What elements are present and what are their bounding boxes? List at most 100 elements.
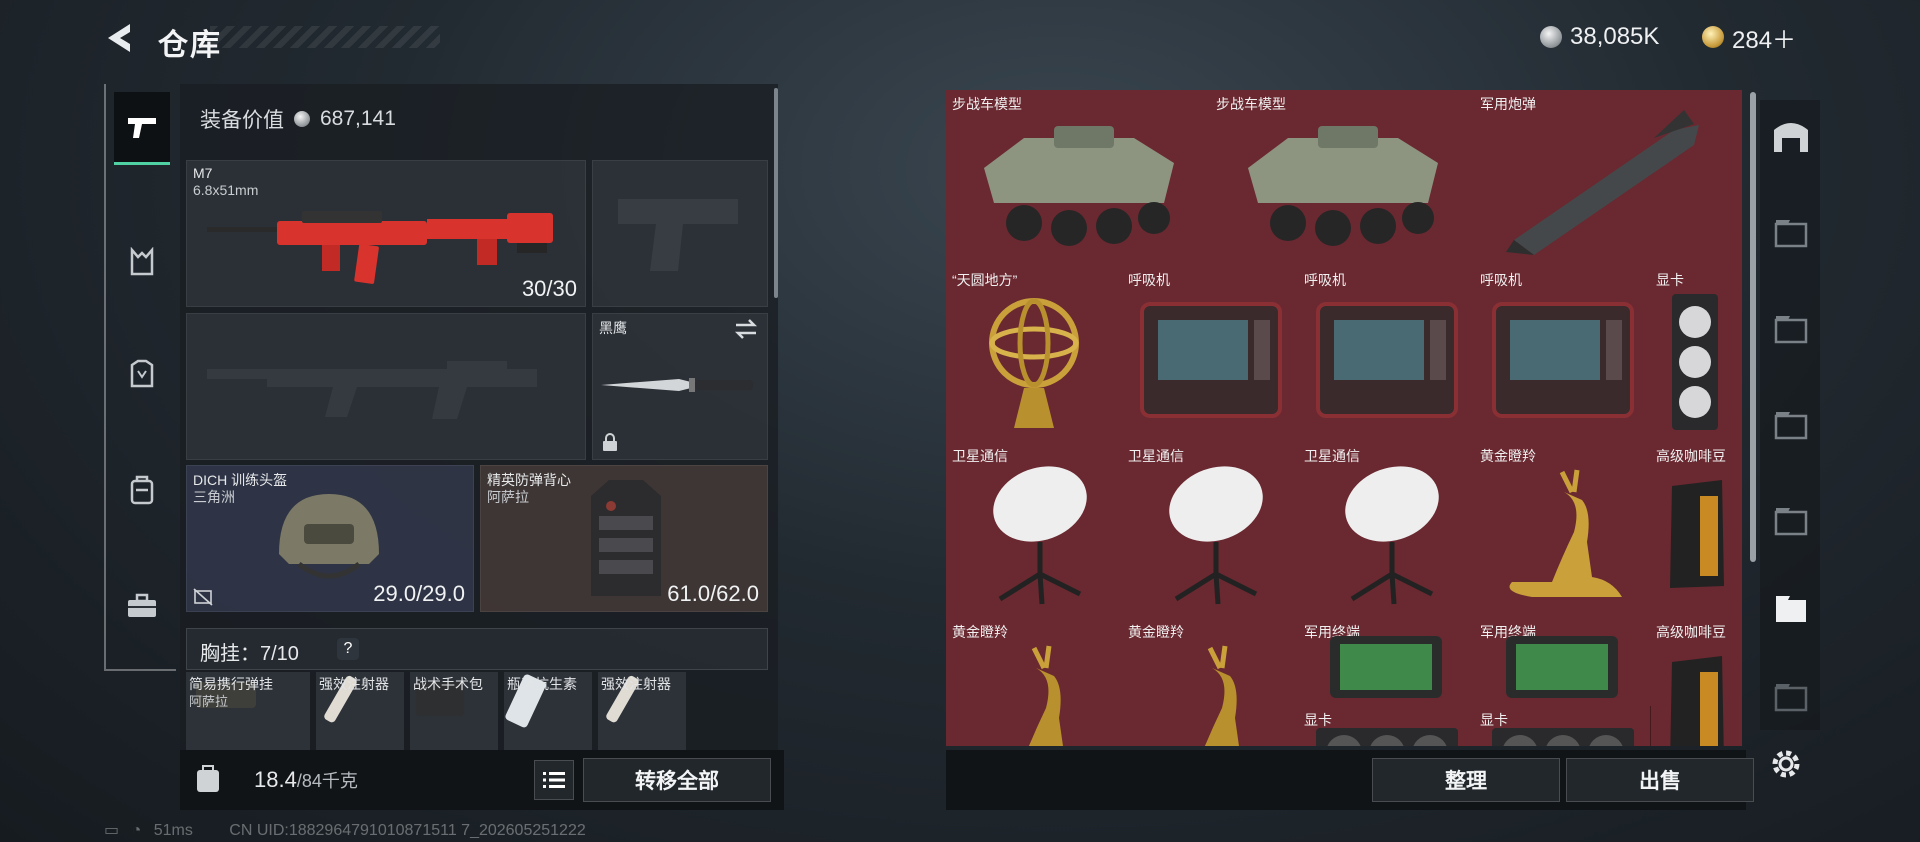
briefcase-icon bbox=[128, 593, 156, 617]
sort-button[interactable]: 整理 bbox=[1372, 758, 1560, 802]
storage-page-tab[interactable] bbox=[1770, 306, 1812, 348]
storage-item[interactable]: 显卡 bbox=[1474, 706, 1651, 746]
armor-icon bbox=[130, 359, 154, 388]
primary-weapon-slot[interactable]: M7 6.8x51mm 30/30 bbox=[186, 160, 586, 307]
helmet-image bbox=[279, 494, 379, 579]
storage-page-tab[interactable] bbox=[1770, 674, 1812, 716]
back-button[interactable] bbox=[100, 18, 140, 58]
storage-item[interactable]: 步战车模型 bbox=[1210, 90, 1475, 267]
silver-coin-icon bbox=[1540, 26, 1562, 48]
storage-item[interactable]: 黄金瞪羚 bbox=[1122, 618, 1299, 746]
item-name: “天圆地方” bbox=[952, 272, 1018, 288]
storage-item[interactable]: 军用终端 bbox=[1474, 618, 1651, 707]
category-armor[interactable] bbox=[114, 346, 170, 402]
gold-currency[interactable]: 284＋ bbox=[1702, 20, 1796, 54]
storage-item[interactable]: 高级咖啡豆 bbox=[1650, 442, 1742, 619]
item-name: 呼吸机 bbox=[1128, 272, 1170, 288]
empty-rifle-icon bbox=[207, 361, 537, 419]
storage-page-tab-active[interactable] bbox=[1770, 586, 1812, 628]
satellite-dish-image bbox=[1169, 466, 1263, 605]
military-terminal-image bbox=[1330, 636, 1442, 698]
storage-item[interactable]: 呼吸机 bbox=[1298, 266, 1475, 443]
help-icon[interactable]: ? bbox=[337, 638, 359, 660]
equipment-scrollbar[interactable] bbox=[774, 88, 778, 298]
category-sidebar bbox=[104, 84, 176, 671]
chest-item[interactable]: 战术手术包 bbox=[410, 672, 498, 752]
backpack-icon bbox=[130, 475, 154, 505]
category-weapons[interactable] bbox=[114, 92, 170, 165]
item-name: 卫星通信 bbox=[952, 448, 1008, 464]
storage-item[interactable]: 卫星通信 bbox=[946, 442, 1123, 619]
satellite-dish-image bbox=[993, 466, 1087, 605]
pistol-icon bbox=[128, 118, 156, 138]
silver-coin-icon bbox=[294, 111, 310, 127]
storage-page-tab[interactable] bbox=[1770, 498, 1812, 540]
artillery-shell-image bbox=[1506, 110, 1699, 255]
no-insure-icon bbox=[193, 588, 213, 606]
storage-page-sidebar bbox=[1760, 100, 1820, 730]
helmet-slot[interactable]: DICH 训练头盔 三角洲 29.0/29.0 bbox=[186, 465, 474, 612]
storage-page-tab[interactable] bbox=[1770, 210, 1812, 252]
knife-image bbox=[601, 378, 753, 392]
category-backpack[interactable] bbox=[114, 462, 170, 518]
melee-slot[interactable]: 黑鹰 bbox=[592, 313, 768, 460]
chest-item-name: 强效注射器 bbox=[319, 676, 389, 692]
category-chest-rig[interactable] bbox=[114, 234, 170, 290]
storage-item[interactable]: 黄金瞪羚 bbox=[1474, 442, 1651, 619]
storage-item[interactable]: 显卡 bbox=[1650, 266, 1742, 443]
weight-max: /84千克 bbox=[296, 771, 358, 791]
chest-item[interactable]: 瓶装抗生素 bbox=[504, 672, 592, 752]
gear-icon bbox=[1772, 750, 1800, 778]
storage-item[interactable]: 高级咖啡豆 bbox=[1650, 618, 1742, 746]
weight-current: 18.4 bbox=[254, 767, 297, 792]
chest-item[interactable]: 简易携行弹挂 阿萨拉 bbox=[186, 672, 310, 752]
list-view-button[interactable] bbox=[534, 760, 574, 800]
storage-item[interactable]: 黄金瞪羚 bbox=[946, 618, 1123, 746]
item-name: 高级咖啡豆 bbox=[1656, 624, 1726, 640]
storage-home-tab[interactable] bbox=[1770, 114, 1812, 156]
storage-scrollbar[interactable] bbox=[1750, 92, 1756, 562]
ifv-model-image bbox=[1248, 126, 1438, 246]
equipment-value: 装备价值 687,141 bbox=[200, 104, 396, 134]
storage-item[interactable]: 步战车模型 bbox=[946, 90, 1211, 267]
armor-map: 阿萨拉 bbox=[487, 489, 529, 505]
storage-item[interactable]: 军用终端 bbox=[1298, 618, 1475, 707]
storage-item[interactable]: “天圆地方” bbox=[946, 266, 1123, 443]
item-name: 卫星通信 bbox=[1128, 448, 1184, 464]
storage-page-icon bbox=[1774, 508, 1808, 536]
storage-item[interactable]: 卫星通信 bbox=[1298, 442, 1475, 619]
graphics-card-image bbox=[1316, 728, 1458, 746]
storage-page-icon bbox=[1774, 412, 1808, 440]
secondary-weapon-slot[interactable] bbox=[186, 313, 586, 460]
chest-item[interactable]: 强效注射器 bbox=[316, 672, 404, 752]
storage-item[interactable]: 呼吸机 bbox=[1474, 266, 1651, 443]
chest-rig-label: 胸挂：7/10 bbox=[200, 643, 299, 665]
back-arrow-icon bbox=[108, 24, 130, 52]
silver-currency: 38,085K bbox=[1540, 20, 1659, 54]
storage-page-tab[interactable] bbox=[1770, 402, 1812, 444]
chest-rig-icon bbox=[130, 247, 154, 276]
graphics-card-image bbox=[1492, 728, 1634, 746]
armillary-sphere-image bbox=[989, 298, 1079, 428]
sell-button[interactable]: 出售 bbox=[1566, 758, 1754, 802]
settings-button[interactable] bbox=[1766, 744, 1806, 784]
silver-amount: 38,085K bbox=[1570, 23, 1660, 50]
armor-vest-image bbox=[591, 480, 661, 596]
transfer-all-button[interactable]: 转移全部 bbox=[583, 758, 771, 802]
storage-item[interactable]: 军用炮弹 bbox=[1474, 90, 1742, 267]
chest-item[interactable]: 强效注射器 bbox=[598, 672, 686, 752]
warehouse-icon bbox=[1774, 123, 1808, 152]
swap-icon[interactable] bbox=[733, 318, 759, 340]
lock-icon bbox=[603, 433, 617, 451]
gold-amount: 284＋ bbox=[1732, 26, 1797, 54]
graphics-card-image bbox=[1672, 294, 1718, 430]
chest-item-name: 战术手术包 bbox=[413, 676, 483, 692]
storage-item[interactable]: 卫星通信 bbox=[1122, 442, 1299, 619]
golden-gazelle-image bbox=[1509, 469, 1622, 597]
category-case[interactable] bbox=[114, 578, 170, 634]
storage-item[interactable]: 显卡 bbox=[1298, 706, 1475, 746]
sidearm-slot[interactable] bbox=[592, 160, 768, 307]
storage-item[interactable]: 呼吸机 bbox=[1122, 266, 1299, 443]
armor-slot[interactable]: 精英防弹背心 阿萨拉 61.0/62.0 bbox=[480, 465, 768, 612]
ventilator-image bbox=[1140, 302, 1282, 418]
